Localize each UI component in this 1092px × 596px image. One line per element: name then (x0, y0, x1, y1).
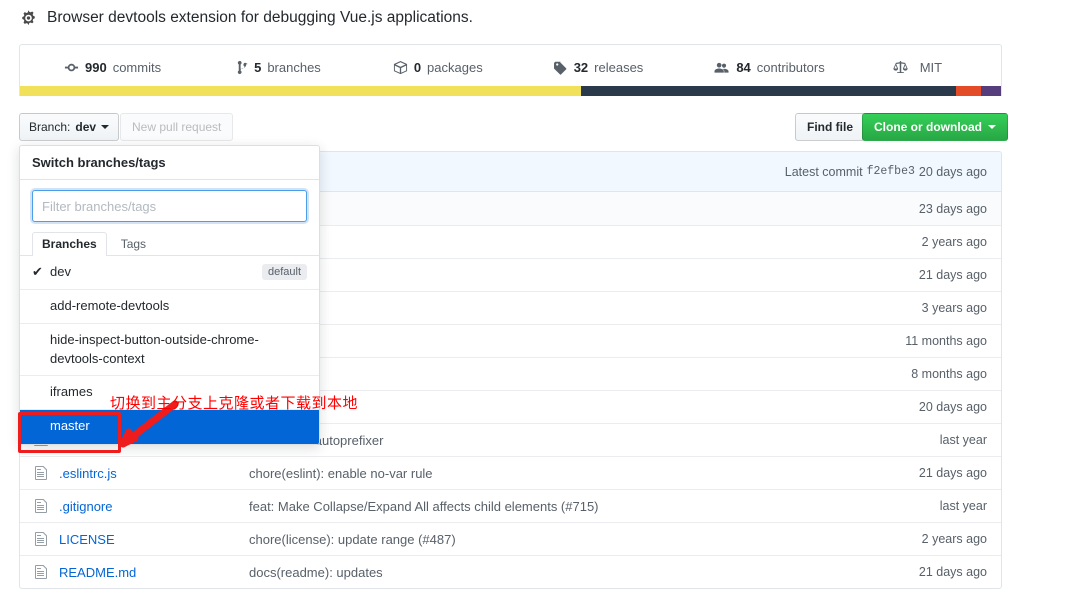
language-segment-vue[interactable] (20, 86, 582, 96)
file-name[interactable]: .eslintrc.js (59, 466, 249, 481)
language-segment-html[interactable] (955, 86, 982, 96)
commit-age: 21 days ago (918, 466, 987, 480)
stat-branches-label: branches (267, 59, 321, 75)
commit-age: 3 years ago (921, 301, 987, 315)
branch-name: master (50, 418, 90, 434)
new-pull-request-button[interactable]: New pull request (120, 113, 234, 141)
commit-message[interactable]: readme (249, 334, 905, 349)
chevron-down-icon (988, 125, 996, 129)
branch-icon (237, 60, 248, 75)
branch-dropdown-title: Switch branches/tags (20, 146, 319, 180)
stat-contributors-label: contributors (756, 59, 825, 75)
stat-packages[interactable]: 0 packages (383, 60, 493, 75)
repo-description-text: Browser devtools extension for debugging… (47, 9, 473, 26)
file-icon (34, 465, 50, 481)
stat-packages-label: packages (427, 59, 483, 75)
file-name[interactable]: LICENSE (59, 532, 249, 547)
branch-name: hide-inspect-button-outside-chrome-devto… (50, 331, 259, 366)
language-bar (19, 86, 1002, 96)
commit-message[interactable]: docs(readme): updates (249, 565, 919, 580)
branch-button-prefix: Branch: (29, 120, 71, 134)
clone-button-label: Clone or download (874, 120, 982, 134)
language-segment-javascript[interactable] (581, 86, 956, 96)
stat-contributors[interactable]: 84 contributors (703, 60, 834, 75)
tag-icon (553, 60, 568, 75)
clone-or-download-button[interactable]: Clone or download (862, 113, 1008, 141)
branch-name: add-remote-devtools (50, 297, 170, 313)
commit-age: 21 days ago (918, 565, 987, 579)
branch-select-button[interactable]: Branch: dev (19, 113, 120, 141)
repo-stats-bar: 990 commits 5 branches 0 packages 32 rel… (19, 44, 1002, 89)
language-segment-css[interactable] (981, 86, 1001, 96)
stat-contributors-count: 84 (736, 59, 751, 75)
commit-age: 2 years ago (921, 235, 987, 249)
commit-message[interactable]: chore(eslint): enable no-var rule (249, 466, 919, 481)
branch-list-item[interactable]: hide-inspect-button-outside-chrome-devto… (20, 324, 319, 377)
commit-age: 20 days ago (918, 400, 987, 414)
stat-license[interactable]: MIT (883, 60, 952, 75)
branch-filter-input[interactable] (32, 190, 307, 222)
tab-tags[interactable]: Tags (111, 232, 156, 256)
check-icon: ✔ (32, 264, 43, 280)
commit-age: 11 months ago (905, 334, 987, 348)
branch-name: dev (50, 264, 71, 279)
commit-age: last year (939, 499, 987, 513)
latest-commit-label: Latest commit (784, 164, 863, 179)
branch-list-item[interactable]: ✔ dev default (20, 256, 319, 290)
stat-packages-count: 0 (413, 59, 422, 75)
commit-message[interactable]: ostcss and autoprefixer (249, 433, 940, 448)
branch-button-name: dev (75, 120, 97, 134)
latest-commit-age: 20 days ago (918, 164, 987, 179)
branch-list-item[interactable]: add-remote-devtools (20, 290, 319, 324)
stat-license-label: MIT (919, 59, 943, 75)
branch-dropdown-tabs: Branches Tags (20, 222, 319, 256)
stat-commits-count: 990 (85, 59, 107, 75)
stat-releases-label: releases (594, 59, 644, 75)
table-row[interactable]: .gitignore feat: Make Collapse/Expand All… (20, 489, 1001, 522)
table-row[interactable]: .eslintrc.js chore(eslint): enable no-var… (20, 456, 1001, 489)
page-root: Browser devtools extension for debugging… (0, 0, 1092, 596)
annotation-text: 切换到主分支上克隆或者下载到本地 (110, 395, 359, 412)
stat-commits[interactable]: 990 commits (54, 60, 171, 75)
file-icon (34, 498, 50, 514)
latest-commit-sha[interactable]: f2efbe3 (867, 165, 915, 178)
stat-branches-count: 5 (254, 59, 262, 75)
commit-message[interactable]: ockfile (249, 201, 919, 216)
stat-releases[interactable]: 32 releases (543, 60, 654, 75)
tab-branches[interactable]: Branches (32, 232, 107, 256)
default-branch-badge: default (261, 264, 307, 281)
commit-age: 23 days ago (918, 201, 987, 216)
commit-age: 8 months ago (911, 367, 987, 381)
commit-message[interactable]: ipt (249, 301, 922, 316)
gear-icon (19, 9, 38, 28)
file-icon (34, 564, 50, 580)
file-icon (34, 531, 50, 547)
file-name[interactable]: README.md (59, 565, 249, 580)
commit-message[interactable]: chore(license): update range (#487) (249, 532, 922, 547)
commit-message[interactable]: screenshots (249, 367, 911, 382)
commit-age: last year (939, 433, 987, 447)
stat-branches[interactable]: 5 branches (227, 60, 331, 75)
commit-age: 21 days ago (918, 268, 987, 282)
commit-icon (64, 60, 79, 75)
commit-message[interactable]: feat: Make Collapse/Expand All affects c… (249, 499, 940, 514)
stat-commits-label: commits (112, 59, 162, 75)
file-name[interactable]: .gitignore (59, 499, 249, 514)
find-file-button[interactable]: Find file (795, 113, 865, 141)
repo-description-row: Browser devtools extension for debugging… (19, 5, 473, 31)
commit-message[interactable]: plate (249, 235, 922, 250)
branch-filter-wrap (20, 180, 319, 222)
branch-list: ✔ dev default add-remote-devtools hide-inspe… (20, 256, 319, 445)
law-icon (893, 60, 908, 75)
stat-releases-count: 32 (573, 59, 589, 75)
package-icon (393, 60, 408, 75)
table-row[interactable]: README.md docs(readme): updates 21 days ag… (20, 555, 1001, 588)
chevron-down-icon (101, 125, 110, 129)
commit-age: 2 years ago (921, 532, 987, 546)
branch-list-item[interactable]: master (20, 410, 319, 445)
table-row[interactable]: LICENSE chore(license): update range (#48… (20, 522, 1001, 555)
people-icon (713, 60, 730, 75)
